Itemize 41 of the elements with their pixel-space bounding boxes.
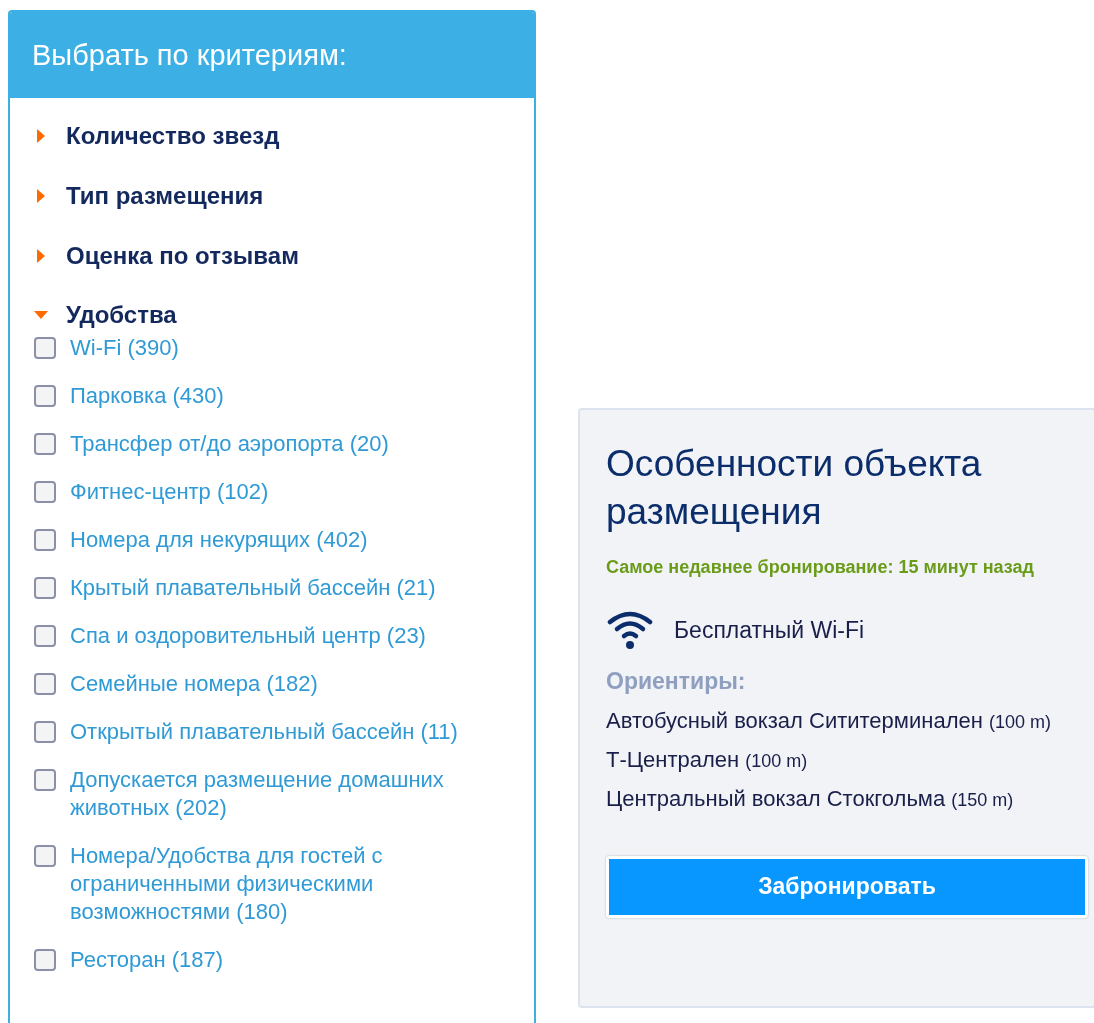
filter-option-label[interactable]: Ресторан (187) [70,945,224,974]
wifi-icon [606,610,654,650]
checkbox[interactable] [34,720,56,743]
book-button[interactable]: Забронировать [606,855,1088,918]
checkbox[interactable] [34,948,56,971]
filter-option-label[interactable]: Крытый плавательный бассейн (21) [70,573,436,602]
checkbox[interactable] [34,844,56,867]
filter-option-label[interactable]: Трансфер от/до аэропорта (20) [70,429,389,458]
filter-option-label[interactable]: Спа и оздоровительный центр (23) [70,621,426,650]
checkbox[interactable] [34,336,56,359]
filter-option-label[interactable]: Открытый плавательный бассейн (11) [70,717,458,746]
checkbox[interactable] [34,432,56,455]
card-title: Особенности объекта размещения [606,442,983,534]
checkbox[interactable] [34,528,56,551]
panel-header: Выбрать по критериям: [10,12,534,98]
landmark-name: Центральный вокзал Стокгольма [606,785,946,811]
checkbox[interactable] [34,384,56,407]
filter-option-label[interactable]: Номера/Удобства для гостей с ограниченными физическими возможностями (180) [70,841,512,926]
filter-option-label[interactable]: Допускается размещение домашних животных (202) [70,765,512,822]
filter-section-toggle[interactable]: Тип размещения [34,165,264,226]
landmark-distance: (100 m) [745,750,808,771]
filter-option-label[interactable]: Фитнес-центр (102) [70,477,269,506]
filter-section-toggle[interactable]: Оценка по отзывам [34,225,299,286]
checkbox[interactable] [34,480,56,503]
filter-option-label[interactable]: Номера для некурящих (402) [70,525,368,554]
landmarks-heading: Ориентиры: [606,667,747,696]
landmark-name: Т-Централен [606,746,740,772]
feature-label: Бесплатный Wi-Fi [674,615,865,645]
filter-section-toggle[interactable]: Удобства [34,295,177,334]
recent-booking-text: Самое недавнее бронирование: 15 минут назад [606,556,1035,579]
filter-section-toggle[interactable]: Количество звезд [34,105,280,166]
checkbox[interactable] [34,576,56,599]
filter-option-label[interactable]: Семейные номера (182) [70,669,318,698]
landmark-distance: (150 m) [951,789,1014,810]
landmark-distance: (100 m) [989,711,1051,732]
landmark-name: Автобусный вокзал Сититерминален [606,707,983,733]
filter-option-label[interactable]: Парковка (430) [70,381,224,410]
checkbox[interactable] [34,672,56,695]
checkbox[interactable] [34,624,56,647]
checkbox[interactable] [34,768,56,791]
filter-option-label[interactable]: Wi-Fi (390) [70,333,179,362]
